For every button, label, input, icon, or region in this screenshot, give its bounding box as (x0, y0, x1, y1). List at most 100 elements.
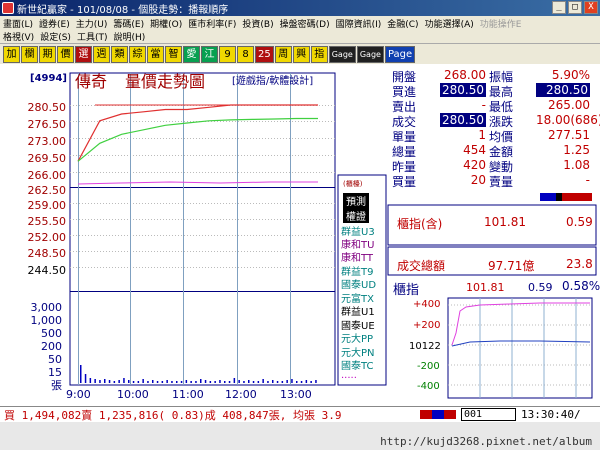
main-panel: [4994] 傳奇 量價走勢圖 [遊戲指/軟體設計] 280.50 276.50… (0, 65, 600, 406)
toolbar-button-select[interactable]: 選 (75, 45, 92, 63)
menu-screen[interactable]: 畫面(L) (0, 17, 36, 30)
stock-code-input[interactable]: 001 (461, 408, 516, 421)
volume-unit: 張 (51, 379, 62, 392)
chart-subtitle: [遊戲指/軟體設計] (232, 76, 314, 87)
volume-bar (185, 380, 188, 383)
toolbar-button-gage2[interactable]: Gage (356, 45, 384, 63)
status-swatch-blue (432, 410, 444, 419)
list-item[interactable]: 國泰UD (341, 276, 376, 291)
toolbar-button-current[interactable]: 當 (147, 45, 164, 63)
volume-bar (238, 380, 240, 383)
volume-bar (267, 381, 269, 383)
toolbar-button-column[interactable]: 欄 (21, 45, 38, 63)
toolbar: 加 欄 期 價 選 週 類 綜 當 智 愛 江 9 8 25 周 興 指 Gag… (0, 44, 600, 64)
menu-main-force[interactable]: 主力(U) (73, 17, 111, 30)
list-item-forecast[interactable]: 預測 (343, 193, 369, 208)
menu-function-select[interactable]: 功能選擇(A) (422, 17, 477, 30)
volume-bar (108, 380, 111, 383)
volume-bar (224, 381, 226, 383)
close-button[interactable]: X (584, 1, 598, 14)
volume-bar (204, 380, 207, 383)
chart-title: 量價走勢圖 (125, 72, 206, 91)
menu-view[interactable]: 格視(V) (0, 30, 37, 43)
volume-bar (128, 380, 130, 383)
price-tick: 259.00 (27, 199, 67, 212)
toolbar-button-summary[interactable]: 綜 (129, 45, 146, 63)
volume-bar (243, 381, 245, 383)
volume-bar (132, 381, 135, 383)
volume-bar (252, 381, 255, 383)
toolbar-button-25[interactable]: 25 (255, 45, 274, 63)
menu-options[interactable]: 期權(O) (147, 17, 185, 30)
toolbar-button-page[interactable]: Page (384, 45, 416, 63)
maximize-button[interactable]: □ (568, 1, 582, 14)
menubar-secondary: 格視(V) 設定(S) 工具(T) 說明(H) (0, 30, 600, 44)
index-label: 櫃指(含) (397, 217, 443, 231)
status-swatch-red (420, 410, 432, 419)
price-tick: 273.00 (27, 135, 67, 148)
volume-tick: 200 (41, 340, 62, 353)
volume-bar (214, 381, 216, 383)
mini-chart-tick: -200 (417, 361, 440, 372)
info-value: 280.50 (440, 113, 486, 127)
toolbar-button-gage1[interactable]: Gage (328, 45, 356, 63)
volume-bar (272, 380, 274, 383)
toolbar-button-smart[interactable]: 智 (165, 45, 182, 63)
list-item-warrant[interactable]: 權證 (343, 208, 369, 223)
toolbar-button-add[interactable]: 加 (3, 45, 20, 63)
volume-bar (171, 381, 173, 383)
toolbar-button-price[interactable]: 價 (57, 45, 74, 63)
price-tick: 269.50 (27, 152, 67, 165)
price-tick: 255.50 (27, 215, 67, 228)
minimize-button[interactable]: _ (552, 1, 566, 14)
info-value: 268.00 (444, 68, 486, 82)
toolbar-button-cycle[interactable]: 周 (274, 45, 292, 63)
toolbar-button-9[interactable]: 9 (219, 45, 236, 63)
volume-bar (305, 380, 308, 383)
window-titlebar: 新世紀贏家 - 101/08/08 - 個股走勢：播報順序 _ □ X (0, 0, 600, 16)
volume-bar (281, 381, 284, 383)
menu-invest[interactable]: 投資(B) (239, 17, 276, 30)
price-tick: 266.00 (27, 169, 67, 182)
menu-forex[interactable]: 匯市利率(F) (185, 17, 239, 30)
price-tick: 276.50 (27, 118, 67, 131)
info-label: 買量 (392, 175, 417, 189)
list-item[interactable]: 元大PP (341, 330, 373, 345)
menu-function-operate[interactable]: 功能操作E (477, 17, 525, 30)
menu-help[interactable]: 說明(H) (110, 30, 148, 43)
volume-bar (152, 380, 154, 383)
toolbar-button-love[interactable]: 愛 (183, 45, 200, 63)
info-value: 454 (463, 143, 486, 157)
mini-chart-tick: -400 (417, 381, 440, 392)
volume-bar (262, 379, 264, 383)
info-value: - (585, 173, 590, 187)
volume-tick: 500 (41, 327, 62, 340)
menu-international[interactable]: 國際資訊(I) (333, 17, 385, 30)
list-item[interactable]: 群益U1 (341, 303, 375, 318)
toolbar-button-week[interactable]: 週 (93, 45, 110, 63)
toolbar-button-8[interactable]: 8 (237, 45, 254, 63)
mini-chart-tick: +200 (413, 320, 441, 331)
market-label: (櫃檯) (343, 180, 363, 188)
info-value: 18.00(686) (536, 113, 600, 127)
menu-tools[interactable]: 工具(T) (74, 30, 111, 43)
toolbar-button-futures[interactable]: 期 (39, 45, 56, 63)
list-item-more[interactable]: ..... (341, 370, 357, 381)
toolbar-button-boom[interactable]: 興 (292, 45, 310, 63)
volume-bar (161, 381, 164, 383)
menu-settings[interactable]: 設定(S) (37, 30, 74, 43)
list-item[interactable]: 康和TT (341, 249, 373, 264)
volume-tick: 50 (48, 353, 62, 366)
menu-finance[interactable]: 金融(C) (384, 17, 421, 30)
toolbar-button-index[interactable]: 指 (310, 45, 328, 63)
menu-securities[interactable]: 證券(E) (36, 17, 73, 30)
menu-trading-code[interactable]: 操盤密碼(D) (277, 17, 333, 30)
turnover-value: 97.71億 (488, 259, 535, 273)
menu-chips[interactable]: 籌碼(E) (110, 17, 147, 30)
mini-chart-label: 櫃指 (393, 283, 420, 298)
toolbar-button-river[interactable]: 江 (201, 45, 218, 63)
volume-bar (123, 378, 125, 383)
menubar-main: 畫面(L) 證券(E) 主力(U) 籌碼(E) 期權(O) 匯市利率(F) 投資… (0, 16, 600, 30)
info-value: 1.25 (563, 143, 590, 157)
toolbar-button-category[interactable]: 類 (111, 45, 128, 63)
